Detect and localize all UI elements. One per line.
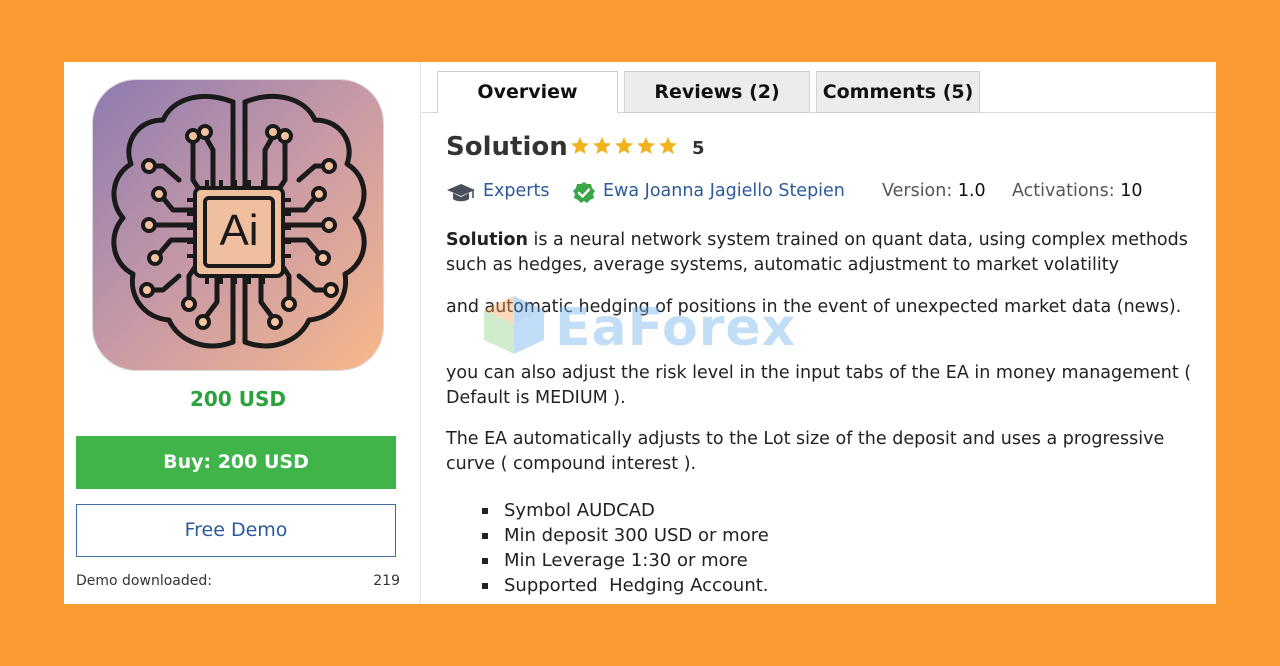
description-paragraph-4: The EA automatically adjusts to the Lot … <box>446 429 1165 474</box>
graduation-cap-icon <box>447 184 475 202</box>
tab-reviews[interactable]: Reviews (2) <box>624 71 810 113</box>
list-item: Supported Hedging Account. <box>480 573 769 598</box>
version-label: Version: <box>882 181 953 201</box>
list-item: Symbol AUDCAD <box>480 498 769 523</box>
description-text: is a neural network system trained on qu… <box>446 230 1188 275</box>
description-product-name: Solution <box>446 230 528 250</box>
activations-value: 10 <box>1120 181 1143 201</box>
activations-info: Activations: 10 <box>1012 181 1142 201</box>
product-image[interactable]: Ai <box>92 79 384 371</box>
demo-downloaded-count: 219 <box>373 573 400 589</box>
product-title: Solution <box>446 132 568 162</box>
star-icon <box>637 137 655 154</box>
buy-button[interactable]: Buy: 200 USD <box>76 436 396 489</box>
product-meta: Experts Ewa Joanna Jagiello Stepien Vers… <box>446 181 1206 205</box>
list-item: Min Leverage 1:30 or more <box>480 548 769 573</box>
rating-stars <box>570 136 678 156</box>
tab-bar: Overview Reviews (2) Comments (5) <box>422 62 1216 114</box>
verified-check-icon <box>573 182 595 203</box>
free-demo-button[interactable]: Free Demo <box>76 504 396 557</box>
star-icon <box>593 137 611 154</box>
description-paragraph-2: and automatic hedging of positions in th… <box>446 297 1182 317</box>
activations-label: Activations: <box>1012 181 1115 201</box>
feature-list: Symbol AUDCAD Min deposit 300 USD or mor… <box>480 498 769 598</box>
description-paragraph-3: you can also adjust the risk level in th… <box>446 363 1192 408</box>
star-icon <box>571 137 589 154</box>
author-link[interactable]: Ewa Joanna Jagiello Stepien <box>603 181 845 201</box>
version-info: Version: 1.0 <box>882 181 986 201</box>
rating-value: 5 <box>692 138 705 159</box>
star-icon <box>659 137 677 154</box>
description-paragraph-1: Solution is a neural network system trai… <box>446 228 1216 278</box>
product-card: Ai 200 USD Buy: 200 USD Free Demo Demo d… <box>64 62 1216 604</box>
star-icon <box>615 137 633 154</box>
product-details: Overview Reviews (2) Comments (5) Soluti… <box>422 62 1216 604</box>
category-link[interactable]: Experts <box>483 181 549 201</box>
chip-label: Ai <box>219 206 258 255</box>
list-item: Min deposit 300 USD or more <box>480 523 769 548</box>
product-price: 200 USD <box>190 387 286 411</box>
tab-comments[interactable]: Comments (5) <box>816 71 980 113</box>
version-value: 1.0 <box>957 181 986 201</box>
product-sidebar: Ai 200 USD Buy: 200 USD Free Demo Demo d… <box>64 62 421 604</box>
tab-overview[interactable]: Overview <box>437 71 618 114</box>
demo-downloaded-label: Demo downloaded: <box>76 573 212 589</box>
ai-brain-icon: Ai <box>93 80 383 370</box>
